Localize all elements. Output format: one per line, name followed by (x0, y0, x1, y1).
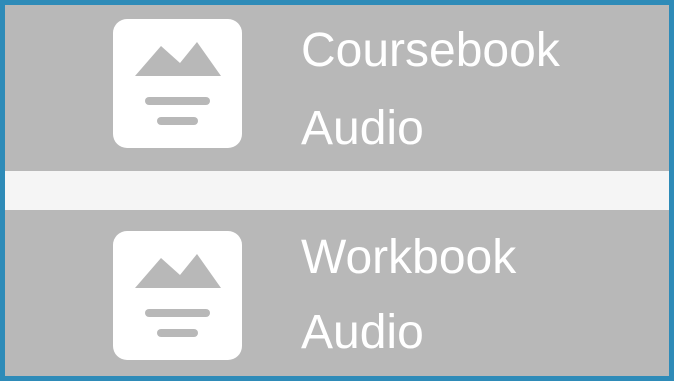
item-subtitle: Audio (301, 102, 424, 155)
item-subtitle: Audio (301, 306, 424, 359)
audio-list-panel: Coursebook Audio Workbook Audio (0, 0, 674, 381)
document-image-icon (113, 19, 242, 148)
document-image-icon-glyph (135, 42, 221, 125)
divider (5, 171, 669, 210)
document-image-icon (113, 231, 242, 360)
list-item-coursebook-audio[interactable]: Coursebook Audio (5, 5, 669, 171)
document-image-icon-glyph (135, 254, 221, 337)
list-item-workbook-audio[interactable]: Workbook Audio (5, 210, 669, 376)
item-title: Workbook (301, 231, 517, 284)
item-title: Coursebook (301, 24, 560, 77)
